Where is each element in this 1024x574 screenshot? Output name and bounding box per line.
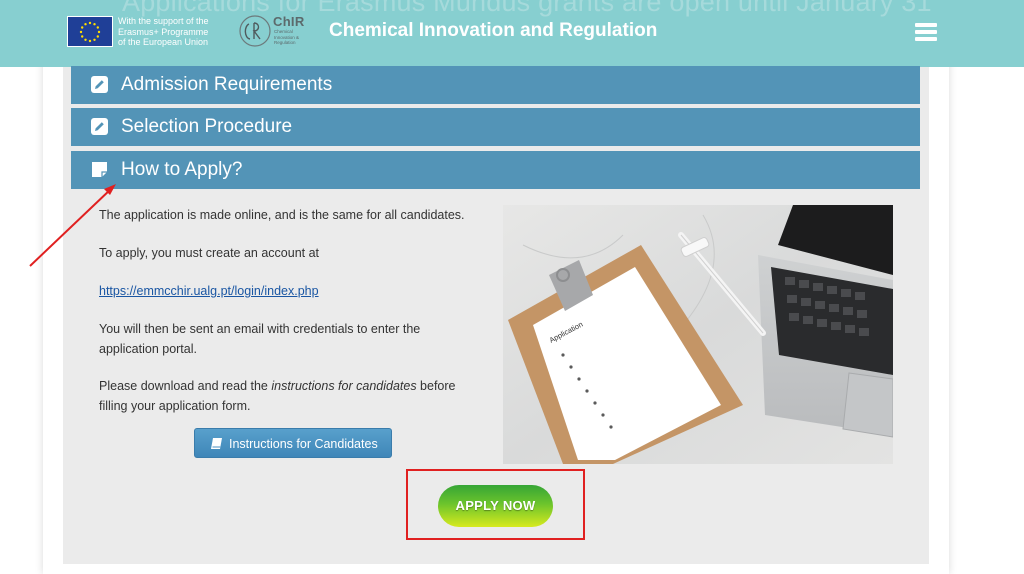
accordion-admission-requirements[interactable]: Admission Requirements: [71, 66, 920, 104]
paragraph-download-instructions: Please download and read the instruction…: [99, 376, 456, 416]
accordion-label: Selection Procedure: [121, 116, 293, 137]
login-link-wrapper: https://emmcchir.ualg.pt/login/index.php: [99, 281, 319, 301]
eu-support-text: With the support of the Erasmus+ Program…: [118, 16, 209, 48]
paragraph-line: Please download and read the instruction…: [99, 376, 456, 396]
application-clipboard-photo: Application: [503, 205, 893, 464]
accordion-label: How to Apply?: [121, 159, 243, 180]
chir-logo-icon[interactable]: [238, 14, 272, 48]
emphasis-text: instructions for candidates: [271, 379, 417, 393]
chir-name: ChIR: [273, 14, 305, 29]
site-header: Applications for Erasmus Mundus grants a…: [0, 0, 1024, 67]
eu-support-line: With the support of the: [118, 16, 209, 26]
page-root: Applications for Erasmus Mundus grants a…: [0, 0, 1024, 574]
apply-now-button[interactable]: APPLY NOW: [438, 485, 553, 527]
edit-icon: [91, 118, 108, 135]
chir-subtitle: Chemical Innovation & Regulation: [274, 29, 299, 46]
site-title[interactable]: Chemical Innovation and Regulation: [329, 20, 657, 42]
accordion-how-to-apply[interactable]: How to Apply?: [71, 151, 920, 189]
accordion-label: Admission Requirements: [121, 74, 333, 95]
book-icon: [211, 438, 222, 449]
chir-subtitle-line: Regulation: [274, 40, 296, 45]
accordion-selection-procedure[interactable]: Selection Procedure: [71, 108, 920, 146]
eu-flag-logo: [67, 16, 113, 47]
note-icon: [92, 162, 107, 177]
paragraph-line: application portal.: [99, 342, 197, 356]
hamburger-menu-icon[interactable]: [915, 23, 937, 41]
instructions-for-candidates-button[interactable]: Instructions for Candidates: [194, 428, 392, 458]
paragraph-credentials: You will then be sent an email with cred…: [99, 319, 420, 359]
paragraph-line: You will then be sent an email with cred…: [99, 322, 421, 336]
eu-support-line: of the European Union: [118, 37, 209, 47]
paragraph-create-account: To apply, you must create an account at: [99, 246, 320, 260]
text-segment: Please download and read the: [99, 379, 272, 393]
paragraph-line: filling your application form.: [99, 399, 251, 413]
edit-icon: [91, 76, 108, 93]
text-segment: before: [416, 379, 456, 393]
instructions-button-label: Instructions for Candidates: [229, 437, 378, 451]
eu-support-line: Erasmus+ Programme: [118, 26, 209, 37]
login-link[interactable]: https://emmcchir.ualg.pt/login/index.php: [99, 284, 319, 298]
paragraph-intro: The application is made online, and is t…: [99, 208, 465, 222]
